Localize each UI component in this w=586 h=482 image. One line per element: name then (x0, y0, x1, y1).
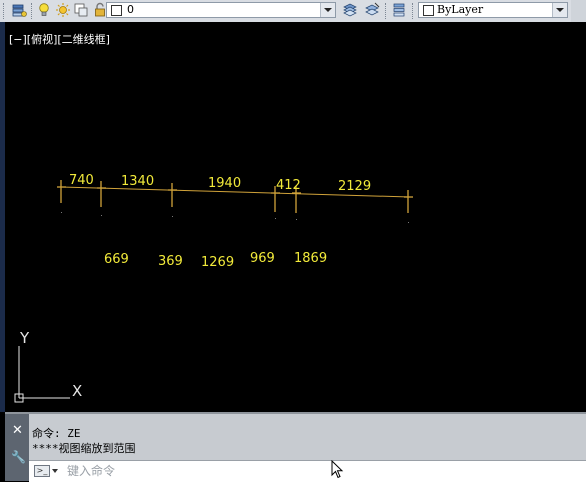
top-label-4: 412 (276, 178, 301, 193)
drawing-canvas: 740 1340 1940 412 2129 669 369 1269 969 … (14, 173, 413, 403)
command-history: 命令: ZE ****视图缩放到范围 (32, 426, 136, 456)
bottom-label-2: 369 (158, 254, 183, 269)
chevron-down-icon[interactable] (52, 469, 58, 473)
bottom-label-3: 1269 (201, 255, 234, 270)
close-icon[interactable]: ✕ (12, 424, 23, 438)
ucs-x-label: X (72, 382, 82, 400)
top-label-3: 1940 (208, 176, 241, 191)
mouse-cursor-icon (331, 460, 344, 479)
command-line-sidebar: ✕ 🔧 (5, 414, 29, 481)
command-input-placeholder: 键入命令 (67, 464, 116, 478)
ucs-icon (14, 346, 70, 403)
reference-points (61, 212, 409, 223)
command-line-panel: ✕ 🔧 命令: ZE ****视图缩放到范围 >_ 键入命令 (5, 412, 586, 482)
top-label-1: 740 (69, 173, 94, 188)
command-prompt-icon[interactable]: >_ (34, 465, 50, 477)
bottom-label-5: 1869 (294, 251, 327, 266)
bottom-label-1: 669 (104, 252, 129, 267)
wrench-icon[interactable]: 🔧 (11, 450, 26, 464)
ucs-y-label: Y (19, 329, 30, 347)
top-label-5: 2129 (338, 179, 371, 194)
command-history-line: 命令: ZE (32, 427, 81, 440)
bottom-label-4: 969 (250, 251, 275, 266)
command-history-line: ****视图缩放到范围 (32, 442, 136, 455)
top-label-2: 1340 (121, 174, 154, 189)
